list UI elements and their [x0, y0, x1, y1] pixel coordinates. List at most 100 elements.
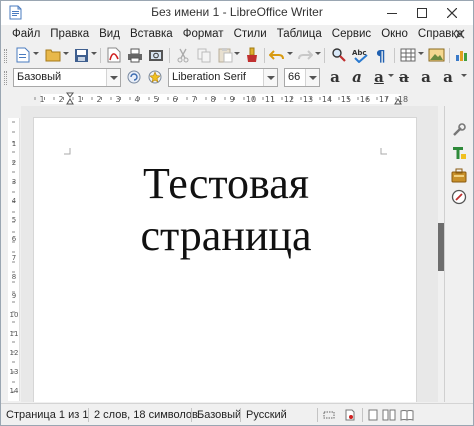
insert-table-button[interactable]	[398, 46, 418, 64]
new-dropdown-arrow[interactable]	[33, 52, 39, 55]
sidebar-gallery-button[interactable]	[450, 166, 468, 184]
close-button[interactable]	[437, 1, 467, 25]
chart-icon	[456, 51, 467, 61]
vertical-ruler-label: 4	[12, 197, 17, 205]
print-button[interactable]	[125, 46, 145, 64]
chevron-down-icon[interactable]	[106, 69, 120, 86]
update-style-button[interactable]	[124, 68, 144, 86]
new-style-button[interactable]	[145, 68, 165, 86]
menu-view[interactable]: Вид	[94, 28, 125, 40]
insert-mode-indicator[interactable]	[318, 410, 340, 420]
save-button[interactable]	[71, 46, 91, 64]
redo-dropdown-arrow[interactable]	[315, 52, 321, 55]
status-language[interactable]: Русский	[241, 409, 317, 421]
document-modified-indicator[interactable]	[340, 409, 362, 421]
status-word-count[interactable]: 2 слов, 18 символов	[89, 409, 198, 421]
document-line: страница	[140, 211, 312, 260]
menu-table[interactable]: Таблица	[272, 28, 327, 40]
ruler-label: 5	[153, 95, 158, 104]
menu-bar: Файл Правка Вид Вставка Формат Стили Таб…	[1, 25, 473, 43]
superscript-button[interactable]: a	[416, 68, 436, 86]
paste-button[interactable]	[215, 46, 235, 64]
toolbar-separator	[394, 48, 395, 63]
close-document-icon[interactable]	[453, 27, 467, 41]
menu-window[interactable]: Окно	[376, 28, 413, 40]
more-options-arrow[interactable]	[461, 74, 467, 77]
single-page-view-icon[interactable]	[368, 409, 378, 421]
multi-page-view-icon[interactable]	[382, 409, 396, 421]
insert-image-button[interactable]	[426, 46, 446, 64]
toolbar-grip[interactable]	[4, 71, 7, 85]
print-icon	[128, 48, 142, 62]
status-page-style[interactable]: Базовый	[192, 409, 241, 421]
underline-button[interactable]: a	[369, 68, 389, 86]
redo-button[interactable]	[295, 46, 315, 64]
chevron-down-icon[interactable]	[263, 69, 277, 86]
indent-marker[interactable]	[66, 92, 74, 105]
spelling-button[interactable]: Abc	[350, 46, 370, 64]
bold-button[interactable]: a	[325, 68, 345, 86]
paragraph-style-combo[interactable]: Базовый	[13, 68, 121, 87]
new-document-button[interactable]	[13, 46, 33, 64]
underline-icon: a	[374, 67, 384, 86]
document-text[interactable]: Тестовая страница	[34, 158, 418, 262]
table-dropdown-arrow[interactable]	[418, 52, 424, 55]
vertical-ruler[interactable]: 1 2 3 4 5 6 7 8 9 10 11 12 13 14	[8, 118, 20, 401]
menu-tools[interactable]: Сервис	[327, 28, 376, 40]
cut-icon	[177, 48, 189, 62]
ruler-label: 12	[284, 95, 294, 104]
vertical-ruler-label: 6	[12, 235, 17, 243]
ruler-label: 2	[58, 95, 63, 104]
insert-chart-button[interactable]	[452, 46, 472, 64]
document-page[interactable]: Тестовая страница	[33, 117, 417, 402]
find-replace-button[interactable]	[329, 46, 349, 64]
view-layout-buttons[interactable]	[363, 409, 419, 421]
gallery-icon	[451, 168, 467, 182]
clone-formatting-button[interactable]	[242, 46, 262, 64]
open-button[interactable]	[43, 46, 63, 64]
open-folder-icon	[45, 49, 61, 62]
menu-insert[interactable]: Вставка	[125, 28, 178, 40]
sidebar-properties-button[interactable]	[450, 121, 468, 139]
italic-button[interactable]: a	[347, 68, 367, 86]
sidebar-styles-button[interactable]	[450, 144, 468, 162]
ruler-label: 1	[77, 95, 82, 104]
print-preview-button[interactable]	[146, 46, 166, 64]
save-dropdown-arrow[interactable]	[91, 52, 97, 55]
sidebar-navigator-button[interactable]	[450, 188, 468, 206]
svg-text:¶: ¶	[376, 47, 386, 63]
chevron-down-icon[interactable]	[305, 69, 319, 86]
cut-button[interactable]	[173, 46, 193, 64]
undo-dropdown-arrow[interactable]	[287, 52, 293, 55]
vertical-ruler-label: 9	[12, 292, 16, 300]
menu-styles[interactable]: Стили	[229, 28, 272, 40]
formatting-marks-button[interactable]: ¶	[371, 46, 391, 64]
properties-icon	[453, 123, 466, 136]
copy-button[interactable]	[194, 46, 214, 64]
margin-corner-mark	[64, 148, 71, 155]
export-pdf-button[interactable]	[104, 46, 124, 64]
minimize-button[interactable]	[377, 1, 407, 25]
menu-file[interactable]: Файл	[7, 28, 45, 40]
book-view-icon[interactable]	[400, 409, 414, 421]
horizontal-ruler[interactable]: 1 2 1 2 3 4 5 6 7 8 9 10 11 12 13 14 15 16 17 18	[33, 92, 409, 105]
status-page[interactable]: Страница 1 из 1	[1, 409, 88, 421]
ruler-label: 6	[172, 95, 177, 104]
ruler-label: 7	[191, 95, 196, 104]
font-size-combo[interactable]: 66	[284, 68, 320, 87]
strikethrough-button[interactable]: a	[394, 68, 414, 86]
vertical-ruler-label: 2	[12, 159, 16, 167]
menu-edit[interactable]: Правка	[45, 28, 94, 40]
paste-dropdown-arrow[interactable]	[234, 52, 240, 55]
undo-button[interactable]	[267, 46, 287, 64]
open-dropdown-arrow[interactable]	[63, 52, 69, 55]
menu-format[interactable]: Формат	[178, 28, 229, 40]
formatting-toolbar: Базовый Liberation Serif 66 a a a a a a	[1, 65, 473, 91]
paragraph-style-value: Базовый	[17, 71, 62, 83]
toolbar-grip[interactable]	[4, 49, 7, 63]
paste-icon	[218, 48, 232, 63]
font-name-combo[interactable]: Liberation Serif	[168, 68, 278, 87]
subscript-button[interactable]: a	[438, 68, 458, 86]
maximize-button[interactable]	[407, 1, 437, 25]
styles-icon	[453, 147, 466, 159]
